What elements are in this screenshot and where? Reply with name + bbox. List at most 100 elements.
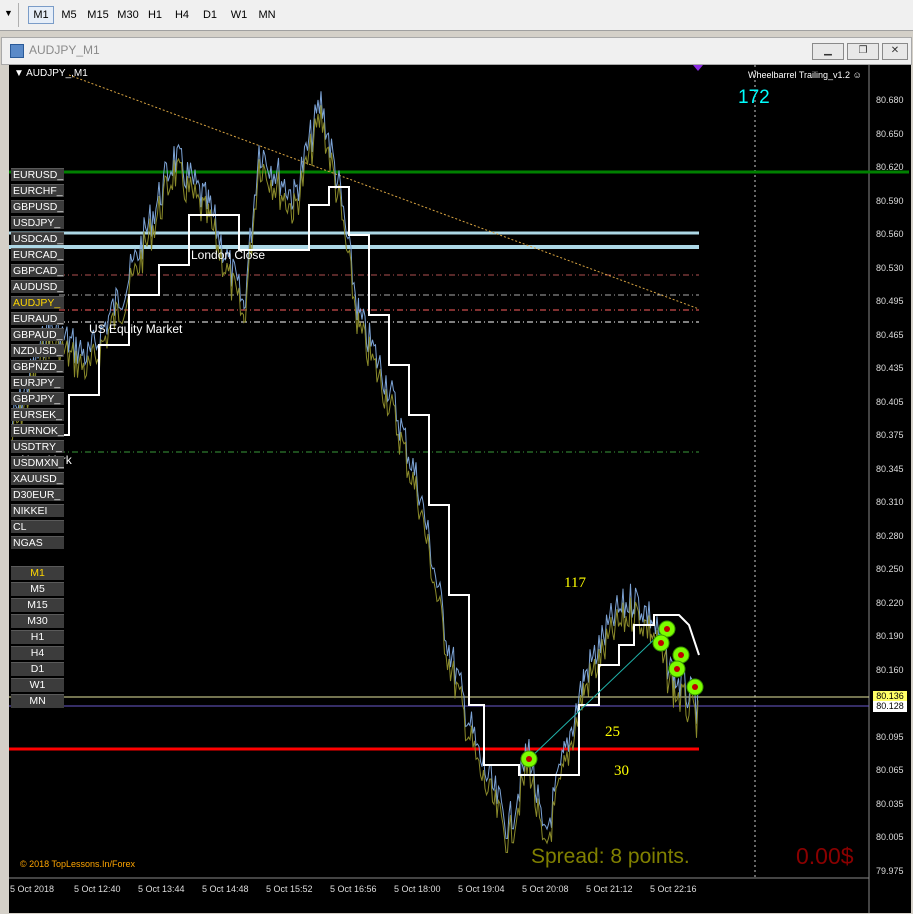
price-tick: 80.095 [876,731,904,742]
toolbar-tf-h4[interactable]: H4 [172,6,192,24]
time-tick: 5 Oct 22:16 [650,884,697,894]
price-tick: 80.560 [876,229,904,239]
price-path-blue [10,91,699,840]
toolbar-tf-h1[interactable]: H1 [145,6,165,24]
symbol-button-usdcad[interactable]: USDCAD_ [11,232,64,245]
price-tick: 80.005 [876,832,904,842]
symbol-button-eurjpy[interactable]: EURJPY_ [11,376,64,389]
price-tick: 79.975 [876,865,904,876]
time-tick: 5 Oct 2018 [10,884,55,894]
price-tick: 80.280 [876,530,904,541]
counter-value: 172 [738,87,770,108]
panel-tf-d1[interactable]: D1 [11,662,64,676]
time-tick: 5 Oct 15:52 [266,884,313,894]
price-tick: 80.345 [876,463,904,474]
toolbar-tf-w1[interactable]: W1 [228,6,250,24]
price-tick: 80.650 [876,128,904,139]
minimize-button[interactable]: ▁ [812,43,844,60]
dropdown-triangle-icon: ▼ [14,68,27,79]
label-30: 30 [614,763,629,779]
symbol-button-eurnok[interactable]: EURNOK_ [11,424,64,437]
price-tick: 80.250 [876,564,904,574]
restore-button[interactable]: ❐ [847,43,879,60]
time-tick: 5 Oct 12:40 [74,884,121,894]
price-tick: 80.590 [876,195,904,206]
toolbar-tf-m15[interactable]: M15 [85,6,111,24]
panel-tf-m30[interactable]: M30 [11,614,64,628]
time-tick: 5 Oct 19:04 [458,884,505,894]
panel-tf-m1[interactable]: M1 [11,566,64,580]
symbol-button-euraud[interactable]: EURAUD_ [11,312,64,325]
panel-tf-m15[interactable]: M15 [11,598,64,612]
label-25: 25 [605,724,620,740]
time-tick: 5 Oct 20:08 [522,884,569,894]
symbol-button-eursek[interactable]: EURSEK_ [11,408,64,421]
symbol-button-nzdusd[interactable]: NZDUSD_ [11,344,64,357]
symbol-button-gbpjpy[interactable]: GBPJPY_ [11,392,64,405]
price-tick: 80.375 [876,430,904,440]
symbol-button-xauusd[interactable]: XAUUSD_ [11,472,64,485]
trade-marker-dot [678,652,684,658]
symbol-button-gbpaud[interactable]: GBPAUD_ [11,328,64,341]
symbol-button-usdtry[interactable]: USDTRY_ [11,440,64,453]
trade-marker-dot [692,684,698,690]
price-chart[interactable]: ▼ AUDJPY_,M1 Wheelbarrel Trailing_v1.2 ☺… [9,65,911,913]
symbol-button-ngas[interactable]: NGAS [11,536,64,549]
close-button[interactable]: ✕ [882,43,908,60]
trade-marker-dot [526,756,532,762]
toolbar-tf-m1[interactable]: M1 [28,6,54,24]
toolbar-tf-m30[interactable]: M30 [115,6,141,24]
price-tick: 80.680 [876,95,904,105]
panel-tf-w1[interactable]: W1 [11,678,64,692]
time-tick: 5 Oct 21:12 [586,884,633,894]
price-tick: 80.405 [876,396,904,407]
symbol-button-eurchf[interactable]: EURCHF_ [11,184,64,197]
symbol-button-gbpcad[interactable]: GBPCAD_ [11,264,64,277]
profit-text: 0.00$ [796,843,854,869]
panel-tf-h1[interactable]: H1 [11,630,64,644]
label-117: 117 [564,575,586,591]
smiley-icon: ☺ [852,70,862,80]
chart-window-titlebar[interactable]: AUDJPY_M1 ▁ ❐ ✕ [1,37,912,65]
price-tick: 80.160 [876,664,904,675]
toolbar-dropdown-icon[interactable]: ▼ [4,8,13,18]
trade-marker-dot [658,640,664,646]
price-tick: 80.190 [876,631,904,641]
panel-tf-m5[interactable]: M5 [11,582,64,596]
price-tick: 80.495 [876,296,904,306]
symbol-button-eurusd[interactable]: EURUSD_ [11,168,64,181]
symbol-button-cl[interactable]: CL [11,520,64,533]
us-equity-label: US Equity Market [89,322,183,336]
price-tick: 80.220 [876,597,904,608]
copyright-text: © 2018 TopLessons.In/Forex [20,859,136,869]
symbol-button-d30eur[interactable]: D30EUR_ [11,488,64,501]
window-title: AUDJPY_M1 [29,43,100,57]
toolbar-tf-mn[interactable]: MN [256,6,278,24]
time-tick: 5 Oct 18:00 [394,884,441,894]
london-close-label: London Close [191,248,266,262]
panel-tf-mn[interactable]: MN [11,694,64,708]
symbol-button-eurcad[interactable]: EURCAD_ [11,248,64,261]
timeframe-toolbar: ▼ M1 M5 M15 M30 H1 H4 D1 W1 MN [0,0,913,31]
symbol-button-gbpusd[interactable]: GBPUSD_ [11,200,64,213]
price-path-olive [10,105,699,854]
purple-marker [693,65,703,71]
symbol-button-usdjpy[interactable]: USDJPY_ [11,216,64,229]
symbol-button-gbpnzd[interactable]: GBPNZD_ [11,360,64,373]
toolbar-tf-d1[interactable]: D1 [200,6,220,24]
time-tick: 5 Oct 16:56 [330,884,377,894]
symbol-button-usdmxn[interactable]: USDMXN_ [11,456,64,469]
toolbar-tf-m5[interactable]: M5 [58,6,80,24]
chart-window-icon [10,44,24,58]
indicator-name: Wheelbarrel Trailing_v1.2 ☺ [748,70,862,80]
panel-tf-h4[interactable]: H4 [11,646,64,660]
symbol-button-audjpy[interactable]: AUDJPY_ [11,296,64,309]
trade-marker-dot [674,666,680,672]
symbol-label: ▼ AUDJPY_,M1 [14,68,88,79]
spread-text: Spread: 8 points. [531,845,690,868]
price-tick: 80.620 [876,162,904,172]
price-tick: 80.035 [876,798,904,809]
symbol-button-audusd[interactable]: AUDUSD_ [11,280,64,293]
symbol-button-nikkei[interactable]: NIKKEI [11,504,64,517]
time-tick: 5 Oct 14:48 [202,884,249,894]
